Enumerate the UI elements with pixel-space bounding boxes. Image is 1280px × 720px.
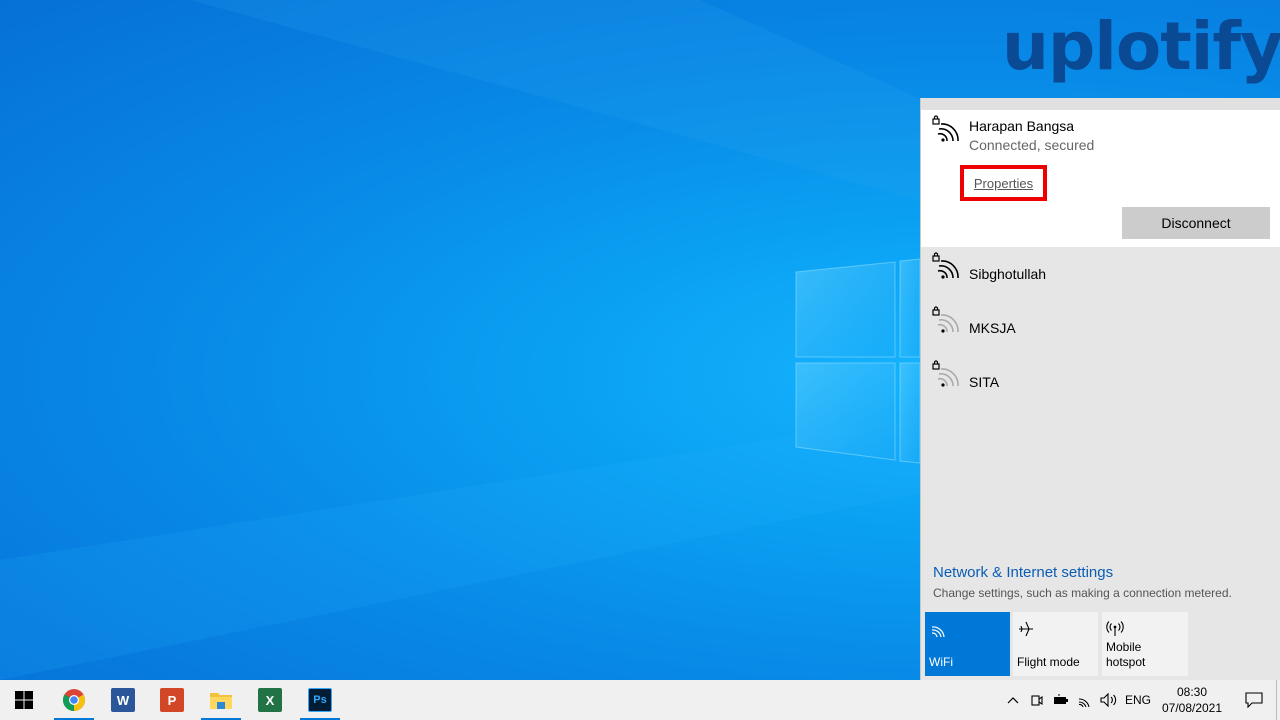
- tray-battery[interactable]: [1050, 680, 1072, 720]
- taskbar-excel[interactable]: X: [248, 680, 292, 720]
- taskbar: W P X Ps ENG 08:30 07/08/2021: [0, 680, 1280, 720]
- wifi-tile-label: WiFi: [929, 655, 953, 669]
- wifi-tile[interactable]: WiFi: [925, 612, 1010, 676]
- properties-link[interactable]: Properties: [960, 165, 1047, 201]
- tray-volume[interactable]: [1098, 680, 1120, 720]
- battery-icon: [1054, 694, 1068, 704]
- wifi-secured-weak-icon: [932, 360, 959, 387]
- network-item-sita[interactable]: SITA: [921, 355, 1280, 409]
- taskbar-file-explorer[interactable]: [199, 680, 243, 720]
- taskbar-word[interactable]: W: [101, 680, 145, 720]
- flight-mode-tile-label: Flight mode: [1017, 655, 1080, 669]
- windows-start-icon: [15, 691, 33, 709]
- clock-date: 07/08/2021: [1161, 701, 1223, 715]
- mobile-hotspot-tile-label: Mobile hotspot: [1106, 640, 1146, 669]
- watermark-logo: uplotify: [1002, 8, 1280, 85]
- wifi-secured-strong-icon: [932, 252, 959, 279]
- tray-meet-now[interactable]: [1027, 680, 1047, 720]
- powerpoint-icon: P: [160, 688, 184, 712]
- disconnect-button[interactable]: Disconnect: [1122, 207, 1270, 239]
- action-center-button[interactable]: [1232, 680, 1276, 720]
- mobile-hotspot-tile[interactable]: Mobile hotspot: [1102, 612, 1188, 676]
- network-internet-settings-link[interactable]: Network & Internet settings: [933, 564, 1113, 581]
- network-flyout: Harapan Bangsa Connected, secured Proper…: [920, 98, 1280, 680]
- properties-label: Properties: [973, 175, 1034, 191]
- taskbar-chrome[interactable]: [52, 680, 96, 720]
- wifi-icon: [931, 626, 945, 638]
- folder-icon: [210, 693, 232, 709]
- tray-language[interactable]: ENG: [1122, 680, 1154, 720]
- wifi-icon: [1078, 698, 1090, 707]
- network-name: MKSJA: [969, 320, 1016, 336]
- network-name: SITA: [969, 374, 1000, 390]
- show-hidden-icons-button[interactable]: [1002, 680, 1024, 720]
- wifi-secured-strong-icon: [932, 115, 959, 142]
- airplane-icon: [1019, 621, 1033, 637]
- connected-network-status: Connected, secured: [969, 137, 1095, 153]
- wifi-secured-weak-icon: [932, 306, 959, 333]
- hotspot-icon: [1106, 621, 1124, 636]
- camera-icon: [1031, 695, 1043, 706]
- taskbar-photoshop[interactable]: Ps: [298, 680, 342, 720]
- language-indicator: ENG: [1124, 693, 1151, 707]
- network-item-mksja[interactable]: MKSJA: [921, 301, 1280, 355]
- taskbar-powerpoint[interactable]: P: [150, 680, 194, 720]
- notification-icon: [1245, 692, 1263, 708]
- flight-mode-tile[interactable]: Flight mode: [1013, 612, 1098, 676]
- taskbar-clock[interactable]: 08:30 07/08/2021: [1160, 684, 1224, 716]
- word-icon: W: [111, 688, 135, 712]
- excel-icon: X: [258, 688, 282, 712]
- speaker-icon: [1100, 693, 1117, 707]
- clock-time: 08:30: [1176, 685, 1208, 699]
- settings-description: Change settings, such as making a connec…: [933, 586, 1232, 600]
- show-desktop-button[interactable]: [1276, 680, 1280, 720]
- tray-network[interactable]: [1075, 680, 1097, 720]
- chrome-icon: [63, 689, 85, 711]
- network-item-sibghotullah[interactable]: Sibghotullah: [921, 247, 1280, 301]
- connected-network-item[interactable]: Harapan Bangsa Connected, secured Proper…: [921, 110, 1280, 247]
- start-button[interactable]: [2, 680, 46, 720]
- chevron-up-icon: [1007, 697, 1019, 704]
- network-name: Sibghotullah: [969, 266, 1047, 282]
- photoshop-icon: Ps: [308, 688, 332, 712]
- connected-network-name: Harapan Bangsa: [969, 118, 1075, 134]
